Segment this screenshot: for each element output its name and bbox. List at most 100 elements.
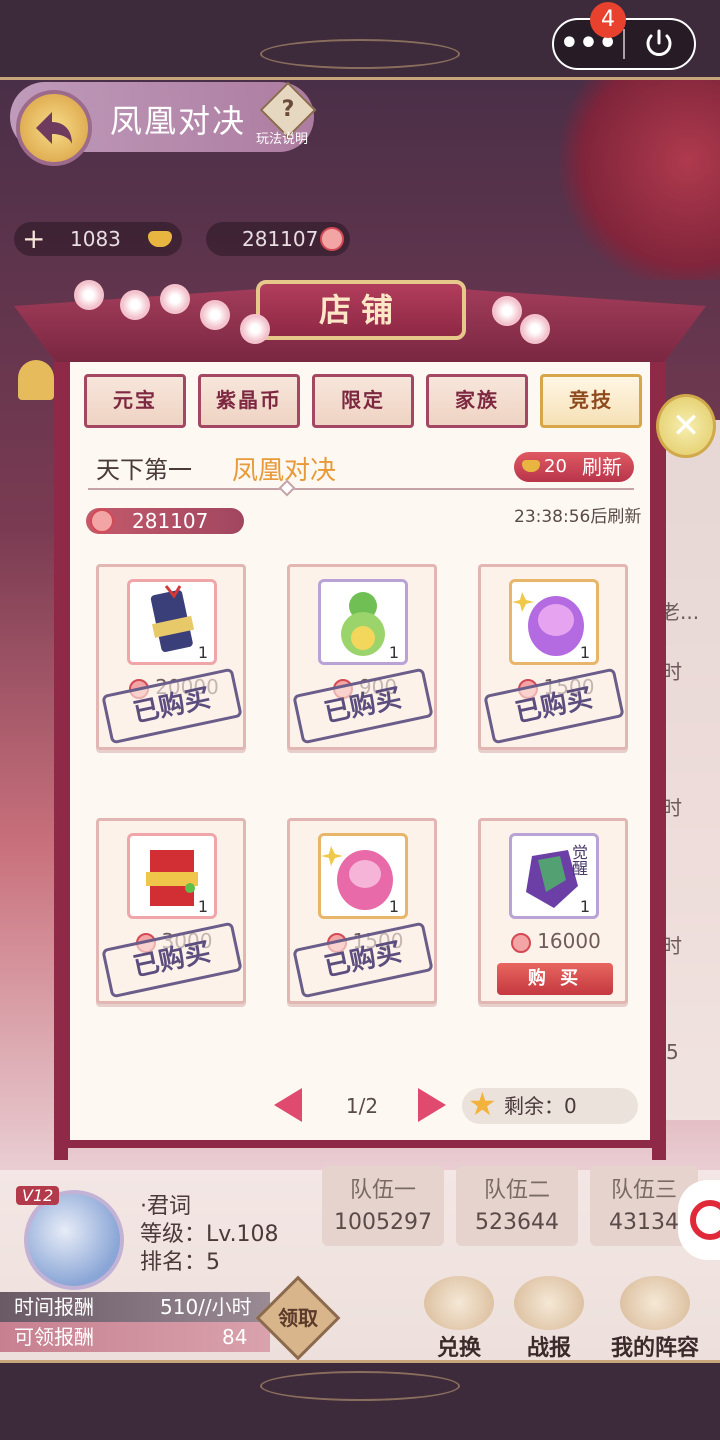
page-title: 凤凰对决 xyxy=(110,102,247,140)
page-indicator: 1/2 xyxy=(345,1094,379,1118)
refresh-label: 刷新 xyxy=(582,455,622,479)
buy-button[interactable]: 购 买 xyxy=(497,963,613,995)
claim-label: 领取 xyxy=(278,1306,318,1330)
battle-report-label: 战报 xyxy=(526,1335,571,1361)
time-reward-label: 时间报酬 xyxy=(14,1295,94,1319)
item-slot: 1 xyxy=(318,579,408,665)
scroll-report-icon xyxy=(514,1276,584,1330)
close-icon: ✕ xyxy=(671,406,701,446)
blossom-decoration xyxy=(74,280,104,310)
exchange-button[interactable]: 兑换 xyxy=(414,1276,504,1362)
shop-title: 店铺 xyxy=(256,280,466,340)
shop-item-card[interactable]: 1 20000 已购买 xyxy=(96,564,246,750)
frame-ornament xyxy=(260,1371,460,1401)
blossom-decoration xyxy=(520,314,550,344)
item-quantity: 1 xyxy=(388,897,399,916)
shop-item-card[interactable]: 1 3000 已购买 xyxy=(96,818,246,1004)
item-slot: 1 xyxy=(509,579,599,665)
horse-icon xyxy=(620,1276,690,1330)
power-button[interactable] xyxy=(625,27,694,61)
subnav-top-rank[interactable]: 天下第一 xyxy=(96,450,192,485)
lantern-decoration xyxy=(560,80,720,280)
battle-report-button[interactable]: 战报 xyxy=(504,1276,594,1362)
shop-balance: 281107 xyxy=(86,508,244,534)
claimable-value: 84 xyxy=(222,1325,248,1349)
ingot-icon xyxy=(522,460,540,472)
team-label: 队伍一 xyxy=(349,1178,416,1203)
coin-value: 281107 xyxy=(242,227,319,251)
item-quantity: 1 xyxy=(197,643,208,662)
coin-balance: 281107 xyxy=(206,222,350,256)
help-label[interactable]: 玩法说明 xyxy=(256,128,308,147)
weibo-icon xyxy=(690,1200,720,1240)
tab-amethyst-coin[interactable]: 紫晶币 xyxy=(198,374,300,428)
vip-badge: V12 xyxy=(16,1186,60,1205)
my-lineup-label: 我的阵容 xyxy=(610,1335,699,1361)
tab-yuanbao[interactable]: 元宝 xyxy=(84,374,186,428)
item-quantity: 1 xyxy=(579,897,590,916)
tab-arena[interactable]: 竞技 xyxy=(540,374,642,428)
item-slot: 1 xyxy=(127,833,217,919)
shop-item-card[interactable]: 1 1500 已购买 xyxy=(287,818,437,1004)
team-two[interactable]: 队伍二 523644 xyxy=(456,1166,578,1246)
blossom-decoration xyxy=(160,284,190,314)
frame-ornament xyxy=(260,39,460,69)
back-button[interactable] xyxy=(16,90,92,166)
claimable-label: 可领报酬 xyxy=(14,1325,94,1349)
team-power: 1005297 xyxy=(334,1210,432,1235)
left-pillar xyxy=(54,340,68,1160)
item-quantity: 1 xyxy=(579,643,590,662)
blossom-decoration xyxy=(120,290,150,320)
coin-icon xyxy=(511,932,532,953)
star-icon: ★ xyxy=(468,1085,497,1123)
shop-item-card[interactable]: 觉醒 1 16000 购 买 xyxy=(478,818,628,1004)
refresh-cost: 20 xyxy=(544,456,567,477)
subnav-divider xyxy=(88,488,634,490)
team-label: 队伍二 xyxy=(483,1178,550,1203)
time-reward-row: 时间报酬 510//小时 xyxy=(0,1292,270,1322)
my-lineup-button[interactable]: 我的阵容 xyxy=(600,1276,710,1362)
close-button[interactable]: ✕ xyxy=(656,394,716,458)
item-price-value: 16000 xyxy=(537,929,601,953)
shop-balance-value: 281107 xyxy=(132,509,209,533)
shop-item-card[interactable]: 1 1500 已购买 xyxy=(478,564,628,750)
prev-page-button[interactable] xyxy=(274,1088,302,1122)
shop-item-card[interactable]: 1 900 已购买 xyxy=(287,564,437,750)
tab-family[interactable]: 家族 xyxy=(426,374,528,428)
team-power: 523644 xyxy=(475,1210,559,1235)
awaken-label: 觉醒 xyxy=(569,844,588,876)
blossom-decoration xyxy=(492,296,522,326)
coin-icon xyxy=(90,509,114,533)
notification-badge: 4 xyxy=(590,2,626,38)
claimable-reward-row: 可领报酬 84 xyxy=(0,1322,270,1352)
item-price: 16000 xyxy=(481,929,631,953)
coin-icon xyxy=(320,227,344,251)
next-page-button[interactable] xyxy=(418,1088,446,1122)
floating-weibo-button[interactable] xyxy=(678,1180,720,1260)
team-one[interactable]: 队伍一 1005297 xyxy=(322,1166,444,1246)
item-slot: 1 xyxy=(127,579,217,665)
ingot-value: 1083 xyxy=(70,227,121,251)
bell-decoration xyxy=(18,360,54,400)
side-text: 5 xyxy=(666,1040,679,1064)
back-arrow-icon xyxy=(36,112,72,144)
avatar[interactable] xyxy=(24,1190,124,1290)
ingot-icon xyxy=(148,231,172,247)
exchange-icon xyxy=(424,1276,494,1330)
exchange-label: 兑换 xyxy=(436,1335,481,1361)
refresh-button[interactable]: 20 刷新 xyxy=(514,452,634,482)
item-quantity: 1 xyxy=(197,897,208,916)
item-quantity: 1 xyxy=(388,643,399,662)
item-slot: 觉醒 1 xyxy=(509,833,599,919)
tab-limited[interactable]: 限定 xyxy=(312,374,414,428)
blossom-decoration xyxy=(240,314,270,344)
time-reward-value: 510//小时 xyxy=(160,1295,252,1319)
item-slot: 1 xyxy=(318,833,408,919)
blossom-decoration xyxy=(200,300,230,330)
question-icon: ? xyxy=(281,97,295,122)
ingot-balance: + 1083 xyxy=(14,222,182,256)
power-icon xyxy=(646,29,672,56)
right-pillar xyxy=(652,340,666,1160)
add-icon[interactable]: + xyxy=(22,222,45,256)
player-rank: 排名：5 xyxy=(140,1250,220,1275)
